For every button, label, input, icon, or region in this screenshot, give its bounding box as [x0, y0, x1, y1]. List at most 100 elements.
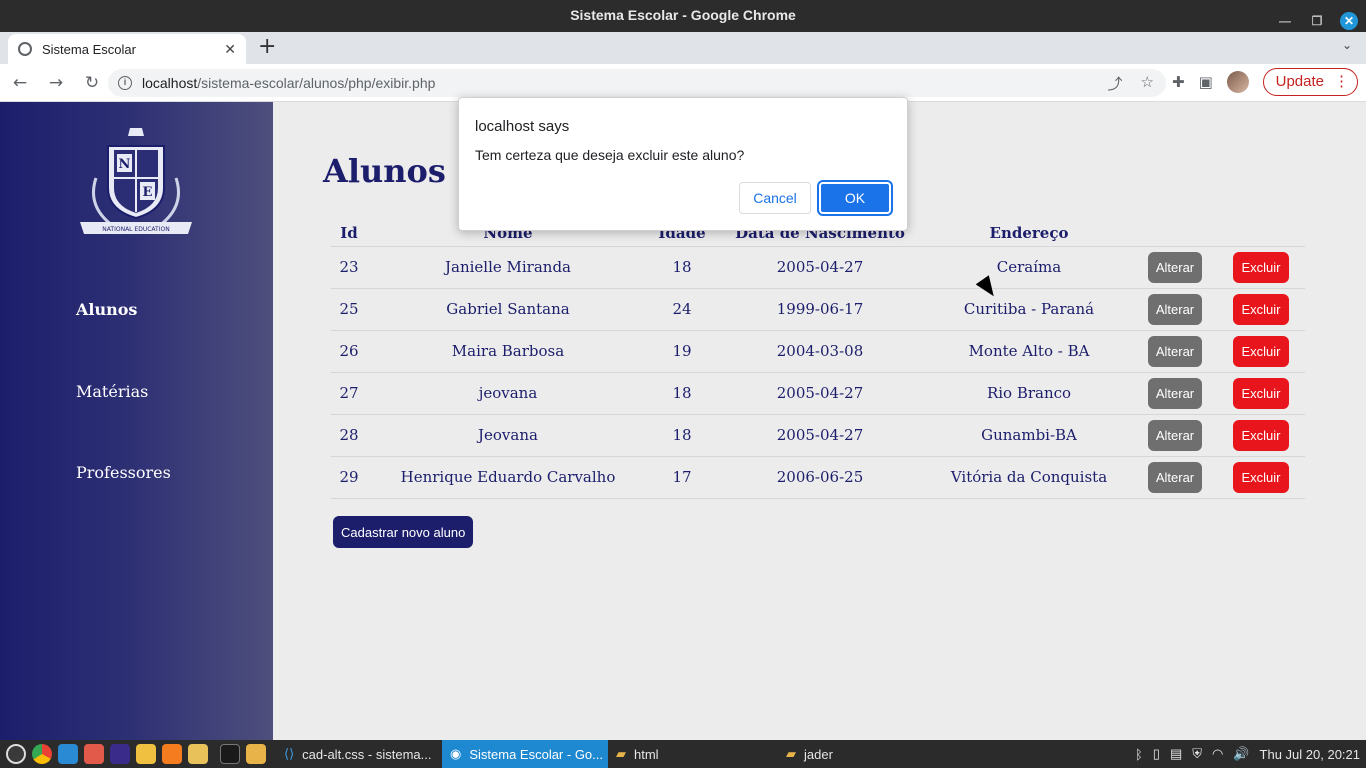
logo-letter-n: N: [119, 157, 131, 172]
cell-endereco: Vitória da Conquista: [925, 455, 1133, 499]
taskbar-task[interactable]: ▰ jader: [778, 740, 928, 768]
chevron-down-icon[interactable]: ⌄: [1342, 38, 1352, 52]
wifi-icon[interactable]: ◠: [1212, 746, 1223, 762]
cell-excluir: Excluir: [1217, 413, 1305, 456]
files-launcher-icon[interactable]: [246, 744, 266, 764]
info-icon[interactable]: i: [118, 76, 132, 90]
sublime-launcher-icon[interactable]: [162, 744, 182, 764]
cell-excluir: Excluir: [1217, 371, 1305, 414]
os-taskbar: ⟨⟩ cad-alt.css - sistema... ◉ Sistema Escol…: [0, 740, 1366, 768]
delete-button[interactable]: Excluir: [1233, 377, 1289, 409]
cell-id: 29: [331, 455, 367, 499]
taskbar-task-label: cad-alt.css - sistema...: [302, 746, 432, 762]
cell-endereco: Curitiba - Paraná: [925, 287, 1133, 330]
browser-tab[interactable]: Sistema Escolar ✕: [8, 34, 246, 64]
table-row: 23 Janielle Miranda 18 2005-04-27 Ceraíma Alt…: [331, 245, 1305, 288]
intellij-launcher-icon[interactable]: [110, 744, 130, 764]
taskbar-task[interactable]: ▰ html: [608, 740, 778, 768]
cell-nome: Maira Barbosa: [367, 329, 649, 372]
star-launcher-icon[interactable]: [136, 744, 156, 764]
task-list: ⟨⟩ cad-alt.css - sistema... ◉ Sistema Escol…: [276, 740, 928, 768]
alter-button[interactable]: Alterar: [1147, 377, 1203, 409]
address-bar[interactable]: i localhost/sistema-escolar/alunos/php/e…: [108, 69, 1166, 97]
table-row: 28 Jeovana 18 2005-04-27 Gunambi-BA Alterar Ex…: [331, 413, 1305, 456]
cell-endereco: Monte Alto - BA: [925, 329, 1133, 372]
alter-button[interactable]: Alterar: [1147, 461, 1203, 493]
chrome-launcher-icon[interactable]: [32, 744, 52, 764]
dialog-ok-button[interactable]: OK: [817, 180, 893, 216]
shield-icon[interactable]: ⛨: [1192, 746, 1202, 762]
notes-launcher-icon[interactable]: [188, 744, 208, 764]
menu-icon[interactable]: [6, 744, 26, 764]
cell-alterar: Alterar: [1133, 413, 1217, 456]
sidebar: N E NATIONAL EDUCATION Alunos Matérias P…: [0, 102, 273, 740]
cell-idade: 18: [649, 371, 715, 414]
window-title: Sistema Escolar - Google Chrome: [570, 7, 796, 23]
clock[interactable]: Thu Jul 20, 20:21: [1260, 747, 1360, 762]
table-row: 29 Henrique Eduardo Carvalho 17 2006-06-25 V…: [331, 455, 1305, 499]
back-icon[interactable]: ←: [4, 73, 36, 93]
device-icon[interactable]: ▯: [1153, 746, 1160, 762]
alter-button[interactable]: Alterar: [1147, 251, 1203, 283]
taskbar-task[interactable]: ◉ Sistema Escolar - Go...: [442, 740, 608, 768]
alter-button[interactable]: Alterar: [1147, 335, 1203, 367]
confirm-dialog: localhost says Tem certeza que deseja ex…: [458, 97, 908, 231]
forward-icon[interactable]: →: [40, 73, 72, 93]
side-panel-icon[interactable]: ▣: [1199, 73, 1213, 91]
cell-alterar: Alterar: [1133, 455, 1217, 499]
tab-close-icon[interactable]: ✕: [224, 41, 236, 58]
cell-excluir: Excluir: [1217, 287, 1305, 330]
alter-button[interactable]: Alterar: [1147, 419, 1203, 451]
extensions-icon[interactable]: ✚: [1172, 73, 1185, 91]
cell-endereco: Rio Branco: [925, 371, 1133, 414]
cell-excluir: Excluir: [1217, 455, 1305, 499]
sidebar-item-professores[interactable]: Professores: [76, 463, 171, 482]
table-row: 26 Maira Barbosa 19 2004-03-08 Monte Alto - …: [331, 329, 1305, 372]
table-body: 23 Janielle Miranda 18 2005-04-27 Ceraíma Alt…: [331, 245, 1305, 499]
tab-strip: Sistema Escolar ✕ + ⌄: [0, 32, 1366, 64]
sidebar-item-alunos[interactable]: Alunos: [76, 300, 137, 319]
url-path: /sistema-escolar/alunos/php/exibir.php: [197, 75, 436, 91]
cell-nome: Jeovana: [367, 413, 649, 456]
update-button[interactable]: Update ⋮: [1262, 68, 1358, 96]
delete-button[interactable]: Excluir: [1233, 293, 1289, 325]
taskbar-task-label: Sistema Escolar - Go...: [469, 746, 603, 762]
close-window-icon[interactable]: ✕: [1340, 12, 1358, 30]
clipboard-icon[interactable]: ▤: [1170, 746, 1182, 762]
cell-id: 25: [331, 287, 367, 330]
star-icon[interactable]: ☆: [1141, 73, 1154, 94]
terminal-launcher-icon[interactable]: [220, 744, 240, 764]
folder-icon: ▰: [616, 746, 626, 761]
cell-endereco: Gunambi-BA: [925, 413, 1133, 456]
delete-button[interactable]: Excluir: [1233, 419, 1289, 451]
taskbar-task[interactable]: ⟨⟩ cad-alt.css - sistema...: [276, 740, 442, 768]
app-launcher-icon[interactable]: [84, 744, 104, 764]
new-tab-icon[interactable]: +: [258, 36, 276, 58]
update-label: Update: [1275, 73, 1324, 90]
sidebar-item-materias[interactable]: Matérias: [76, 382, 148, 401]
profile-avatar[interactable]: [1226, 71, 1249, 93]
add-student-button[interactable]: Cadastrar novo aluno: [333, 516, 474, 548]
delete-button[interactable]: Excluir: [1233, 335, 1289, 367]
share-icon[interactable]: ⤴: [1108, 73, 1123, 94]
cell-nascimento: 2005-04-27: [715, 371, 925, 414]
reload-icon[interactable]: ↻: [76, 73, 108, 93]
dialog-title: localhost says: [475, 118, 570, 135]
alter-button[interactable]: Alterar: [1147, 293, 1203, 325]
system-tray: ᛒ ▯ ▤ ⛨ ◠ 🔊 Thu Jul 20, 20:21: [1135, 740, 1360, 768]
volume-icon[interactable]: 🔊: [1233, 746, 1249, 762]
taskbar-task-label: jader: [804, 746, 833, 762]
bluetooth-icon[interactable]: ᛒ: [1135, 747, 1143, 762]
vscode-launcher-icon[interactable]: [58, 744, 78, 764]
cell-id: 28: [331, 413, 367, 456]
cell-id: 27: [331, 371, 367, 414]
dialog-cancel-button[interactable]: Cancel: [739, 182, 811, 214]
column-header-alterar: [1133, 220, 1217, 246]
delete-button[interactable]: Excluir: [1233, 251, 1289, 283]
delete-button[interactable]: Excluir: [1233, 461, 1289, 493]
logo-banner-text: NATIONAL EDUCATION: [102, 226, 169, 233]
vscode-icon: ⟨⟩: [284, 746, 295, 761]
cell-alterar: Alterar: [1133, 245, 1217, 288]
cell-alterar: Alterar: [1133, 371, 1217, 414]
cell-nome: Janielle Miranda: [367, 245, 649, 288]
